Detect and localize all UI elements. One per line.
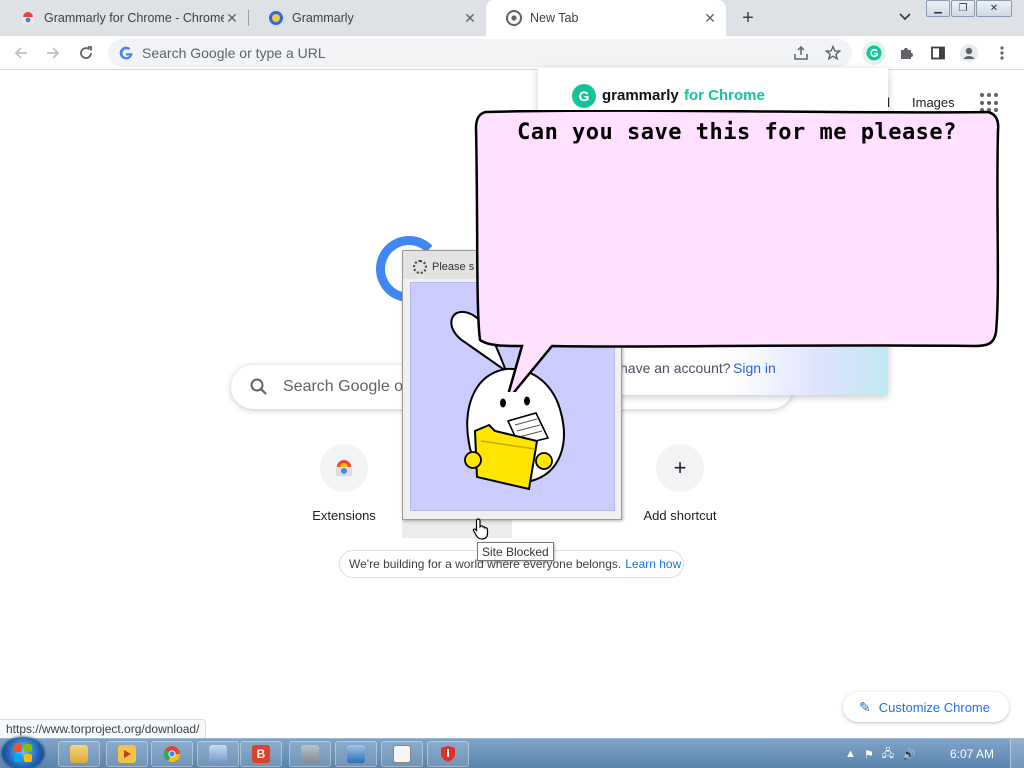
taskbar-media-player[interactable] xyxy=(106,741,148,767)
popup-title: Please s xyxy=(432,261,475,273)
close-tab-icon[interactable]: ✕ xyxy=(462,10,478,26)
clock[interactable]: 6:07 AM xyxy=(950,747,994,761)
app-window-icon xyxy=(209,745,227,763)
action-center-flag-icon[interactable]: ⚑ xyxy=(864,748,874,761)
images-link[interactable]: Images xyxy=(912,95,955,110)
tab-new-tab[interactable]: New Tab ✕ xyxy=(486,0,726,36)
start-button[interactable] xyxy=(2,737,44,768)
google-g-icon xyxy=(119,46,133,60)
grammarly-brand: grammarly xyxy=(602,87,679,104)
chrome-web-store-icon xyxy=(320,444,368,492)
network-icon[interactable]: 🖧 xyxy=(882,745,894,764)
add-icon: + xyxy=(656,444,704,492)
windows-logo-icon xyxy=(14,744,32,762)
system-tray: ▲ ⚑ 🖧 🔊 xyxy=(845,739,924,768)
extensions-puzzle-icon[interactable] xyxy=(894,41,918,65)
close-window-icon[interactable]: ✕ xyxy=(976,0,1012,17)
tab-strip: Grammarly for Chrome - Chrome ✕ Grammarl… xyxy=(0,0,1024,36)
status-bubble-url: https://www.torproject.org/download/ xyxy=(0,719,207,739)
taskbar-antivirus[interactable] xyxy=(427,741,469,767)
tab-title: New Tab xyxy=(530,11,579,25)
address-bar[interactable]: Search Google or type a URL xyxy=(108,39,852,67)
media-player-icon xyxy=(118,745,136,763)
grammarly-extension-icon[interactable] xyxy=(862,41,886,65)
shortcut-extensions[interactable]: Extensions xyxy=(296,444,392,523)
chrome-web-store-icon xyxy=(22,12,34,24)
shield-icon xyxy=(441,746,455,762)
search-placeholder: Search Google or xyxy=(283,378,409,395)
window-controls: ▁ ❐ ✕ xyxy=(926,0,1013,18)
chrome-icon xyxy=(506,10,522,26)
pencil-icon: ✎ xyxy=(859,698,871,715)
minimize-icon[interactable]: ▁ xyxy=(926,0,950,17)
hand-cursor-icon xyxy=(472,518,489,540)
taskbar-brave[interactable]: B xyxy=(240,741,282,767)
taskbar-app[interactable] xyxy=(381,741,423,767)
back-icon[interactable] xyxy=(8,40,34,66)
address-bar-placeholder: Search Google or type a URL xyxy=(142,45,326,61)
show-desktop-button[interactable] xyxy=(1010,739,1024,768)
grammarly-logo-icon: G xyxy=(572,84,596,108)
loading-icon xyxy=(413,260,427,274)
chrome-icon xyxy=(163,746,181,763)
tab-title: Grammarly for Chrome - Chrome xyxy=(44,11,224,25)
volume-icon[interactable]: 🔊 xyxy=(902,748,916,761)
speech-bubble xyxy=(474,110,1000,392)
window-shadow xyxy=(402,520,512,538)
bunny-icon xyxy=(393,745,411,763)
taskbar-explorer[interactable] xyxy=(58,741,100,767)
close-tab-icon[interactable]: ✕ xyxy=(224,10,240,26)
windows-taskbar: B ▲ ⚑ 🖧 🔊 6:07 AM xyxy=(0,737,1024,768)
shortcut-label: Extensions xyxy=(312,508,376,523)
shortcut-add[interactable]: + Add shortcut xyxy=(632,444,728,523)
tab-search-icon[interactable] xyxy=(894,6,916,28)
chrome-menu-icon[interactable] xyxy=(990,41,1014,65)
site-blocked-tooltip: Site Blocked xyxy=(477,542,554,561)
search-icon xyxy=(250,378,267,395)
grammarly-tab-icon xyxy=(269,11,283,25)
app-icon xyxy=(301,745,319,763)
share-icon[interactable] xyxy=(792,44,810,62)
speech-bubble-text: Can you save this for me please? xyxy=(517,120,957,145)
taskbar-chrome[interactable] xyxy=(151,741,193,767)
tab-title: Grammarly xyxy=(292,11,354,25)
profile-avatar-icon[interactable] xyxy=(957,41,981,65)
reload-icon[interactable] xyxy=(73,40,99,66)
new-tab-icon[interactable]: + xyxy=(736,6,760,30)
learn-how-link[interactable]: Learn how xyxy=(625,557,681,571)
tab-grammarly[interactable]: Grammarly ✕ xyxy=(248,0,486,36)
forward-icon[interactable] xyxy=(40,40,66,66)
taskbar-app[interactable] xyxy=(335,741,377,767)
tab-grammarly-for-chrome[interactable]: Grammarly for Chrome - Chrome ✕ xyxy=(0,0,248,36)
taskbar-app[interactable] xyxy=(197,741,239,767)
brave-b-icon: B xyxy=(252,745,270,763)
browser-toolbar: Search Google or type a URL xyxy=(0,36,1024,70)
tools-icon xyxy=(347,745,365,763)
customize-chrome-button[interactable]: ✎ Customize Chrome xyxy=(843,692,1009,722)
taskbar-app[interactable] xyxy=(289,741,331,767)
grammarly-brand-sub: for Chrome xyxy=(684,87,765,104)
shortcut-label: Add shortcut xyxy=(643,508,717,523)
folder-icon xyxy=(70,745,88,763)
bookmark-star-icon[interactable] xyxy=(824,44,842,62)
side-panel-icon[interactable] xyxy=(926,41,950,65)
close-tab-icon[interactable]: ✕ xyxy=(702,10,718,26)
restore-icon[interactable]: ❐ xyxy=(951,0,975,17)
customize-label: Customize Chrome xyxy=(878,699,990,715)
show-hidden-icons[interactable]: ▲ xyxy=(845,748,856,760)
